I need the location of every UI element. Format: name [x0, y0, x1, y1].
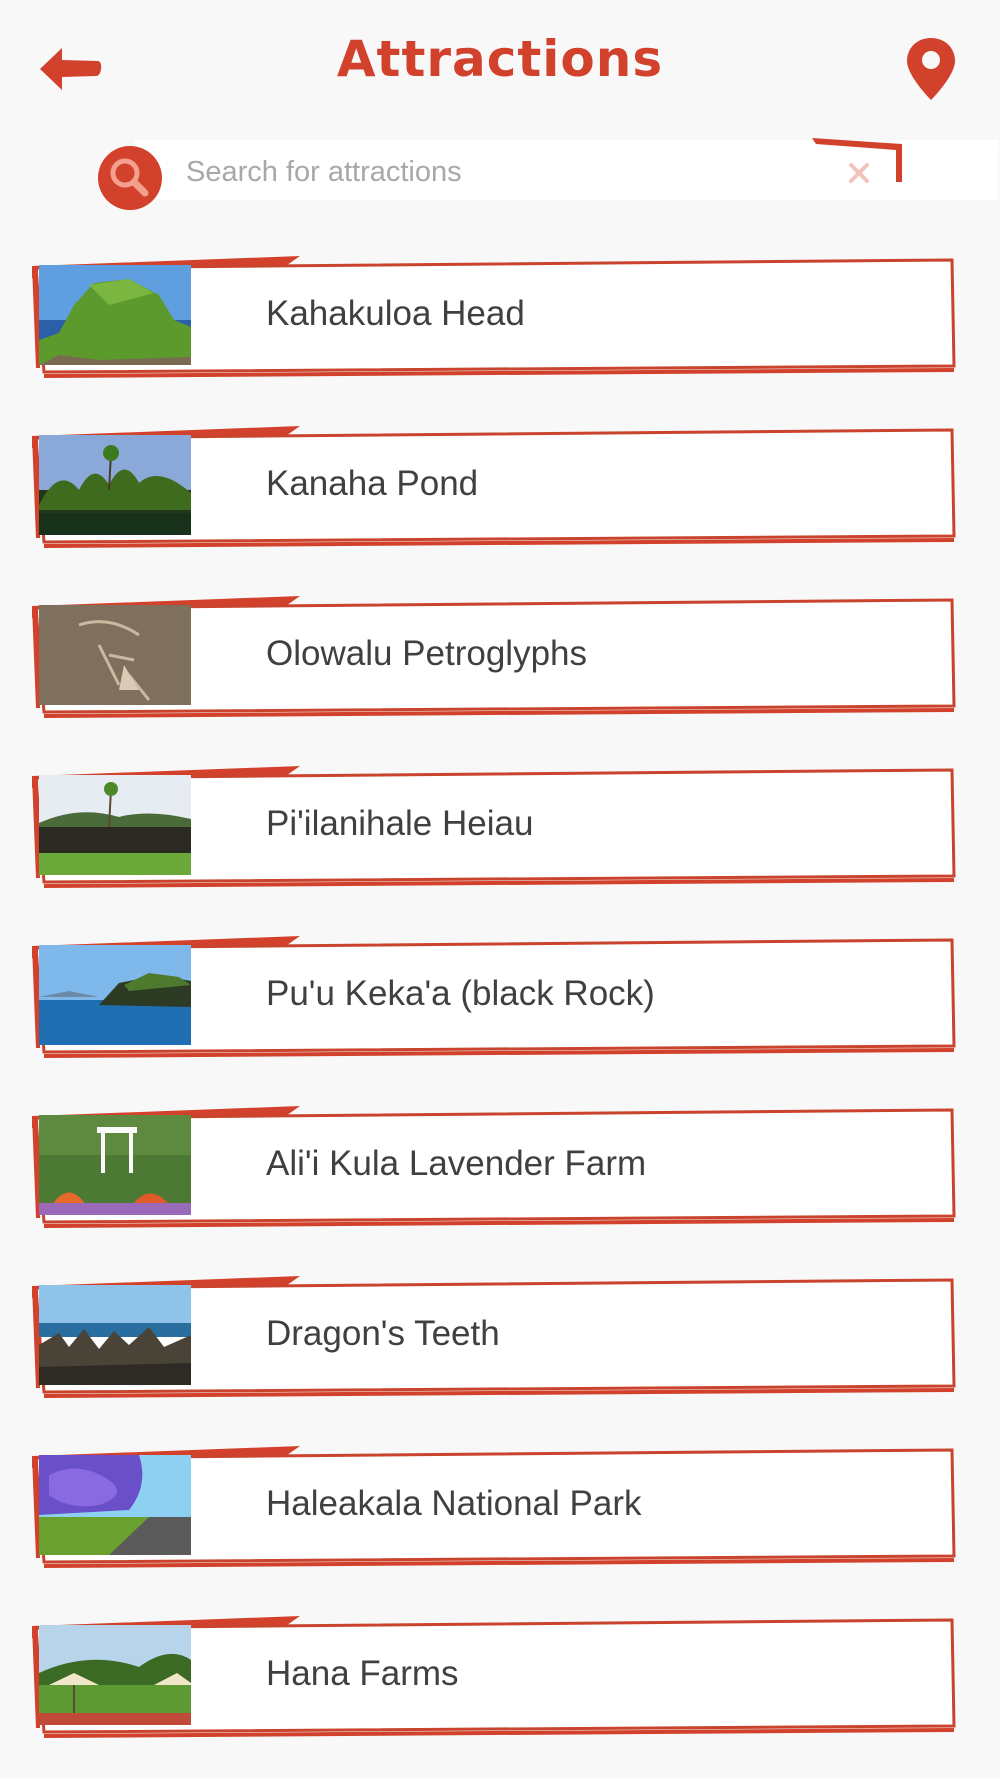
attraction-name: Hana Farms	[266, 1654, 459, 1693]
attraction-thumbnail	[39, 265, 191, 365]
attraction-thumbnail	[39, 1625, 191, 1725]
attraction-card[interactable]: Dragon's Teeth	[30, 1270, 960, 1400]
attraction-name: Pi'ilanihale Heiau	[266, 804, 534, 843]
attraction-name: Dragon's Teeth	[266, 1314, 500, 1353]
attraction-card[interactable]: Ali'i Kula Lavender Farm	[30, 1100, 960, 1230]
search-bar	[98, 136, 999, 210]
search-icon	[110, 158, 149, 197]
search-button[interactable]	[98, 146, 162, 210]
attraction-name: Pu'u Keka'a (black Rock)	[266, 974, 655, 1013]
attraction-name: Kahakuloa Head	[266, 294, 525, 333]
attraction-card[interactable]: Kahakuloa Head	[30, 250, 960, 380]
attraction-card[interactable]: Haleakala National Park	[30, 1440, 960, 1570]
search-input[interactable]	[184, 148, 828, 196]
attraction-card[interactable]: Pi'ilanihale Heiau	[30, 760, 960, 890]
attraction-name: Haleakala National Park	[266, 1484, 642, 1523]
attraction-card[interactable]: Olowalu Petroglyphs	[30, 590, 960, 720]
attraction-name: Olowalu Petroglyphs	[266, 634, 587, 673]
app-header: Attractions	[0, 0, 1000, 135]
attraction-thumbnail	[39, 945, 191, 1045]
attraction-card[interactable]: Hana Farms	[30, 1610, 960, 1740]
attraction-name: Kanaha Pond	[266, 464, 479, 503]
attraction-thumbnail	[39, 1285, 191, 1385]
attraction-thumbnail	[39, 605, 191, 705]
attraction-name: Ali'i Kula Lavender Farm	[266, 1144, 647, 1183]
attraction-thumbnail	[39, 1115, 191, 1215]
attraction-thumbnail	[39, 435, 191, 535]
attraction-card[interactable]: Pu'u Keka'a (black Rock)	[30, 930, 960, 1060]
attraction-card[interactable]: Kanaha Pond	[30, 420, 960, 550]
search-corner-decoration	[812, 138, 902, 182]
page-title: Attractions	[336, 30, 664, 88]
attraction-thumbnail	[39, 775, 191, 875]
attraction-thumbnail	[39, 1455, 191, 1555]
map-pin-icon[interactable]	[905, 36, 957, 102]
